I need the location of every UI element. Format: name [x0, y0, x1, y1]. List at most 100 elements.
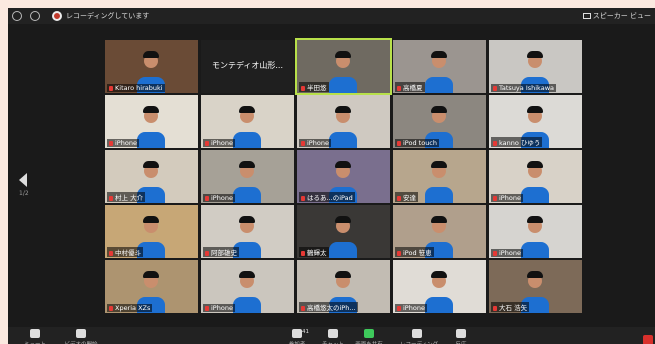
participant-tile[interactable]: 高橋夏: [393, 40, 486, 93]
prev-page-arrow-icon[interactable]: [19, 173, 27, 187]
muted-mic-icon: [493, 251, 497, 256]
participant-tile[interactable]: Kitaro hirabuki: [105, 40, 198, 93]
muted-mic-icon: [205, 306, 209, 311]
toolbar-label: 反応: [444, 340, 478, 344]
muted-mic-icon: [301, 86, 305, 91]
share-screen-button[interactable]: 画面を共有: [352, 329, 386, 344]
participant-tile[interactable]: iPhone: [393, 260, 486, 313]
view-label: スピーカー ビュー: [592, 12, 651, 20]
participant-name: 高橋悠太のiPh...: [299, 302, 358, 312]
participant-hair: [431, 216, 447, 223]
toolbar-label: 参加者: [280, 340, 314, 344]
muted-mic-icon: [109, 306, 113, 311]
participant-tile[interactable]: 鶴輝太: [297, 205, 390, 258]
toolbar-label: ミュート: [18, 340, 52, 344]
participant-tile[interactable]: iPhone: [297, 95, 390, 148]
security-shield-icon[interactable]: [30, 11, 40, 21]
recording-icon: [52, 11, 62, 21]
participant-count: 41: [302, 329, 309, 335]
participant-hair: [335, 161, 351, 168]
muted-mic-icon: [205, 251, 209, 256]
participant-name: kanno ひゆう: [491, 137, 543, 147]
participant-hair: [431, 51, 447, 58]
participant-tile[interactable]: 中村優斗: [105, 205, 198, 258]
participant-name: iPhone: [107, 139, 139, 147]
participant-name: iPod 笹恵: [395, 247, 434, 257]
video-camera-button[interactable]: ビデオの開始: [64, 329, 98, 344]
toolbar-label: 画面を共有: [352, 340, 386, 344]
participant-name: iPhone: [299, 139, 331, 147]
participant-hair: [335, 106, 351, 113]
participant-hair: [239, 106, 255, 113]
toolbar-label: ビデオの開始: [64, 340, 98, 344]
participant-tile[interactable]: iPhone: [489, 150, 582, 203]
toolbar-label: レコーディング: [400, 340, 438, 344]
participant-hair: [239, 271, 255, 278]
participant-name: iPhone: [395, 304, 427, 312]
page-indicator: 1/2: [19, 190, 29, 197]
participant-tile[interactable]: iPhone: [489, 205, 582, 258]
muted-mic-icon: [109, 196, 113, 201]
meeting-toolbar: ミュート ビデオの開始 41 参加者チャット画面を共有 レコーディング 反応: [8, 327, 655, 344]
participant-figure: [329, 132, 357, 148]
participant-tile[interactable]: モンテディオ山形...: [201, 40, 294, 93]
microphone-button[interactable]: ミュート: [18, 329, 52, 344]
participant-name: Xperia XZs: [107, 304, 153, 312]
chat-icon: [328, 329, 338, 338]
participant-tile[interactable]: Tatsuya Ishikawa: [489, 40, 582, 93]
participant-tile[interactable]: iPhone: [105, 95, 198, 148]
participant-tile[interactable]: Xperia XZs: [105, 260, 198, 313]
participant-hair: [239, 216, 255, 223]
participant-figure: [233, 187, 261, 203]
participant-tile[interactable]: iPhone: [201, 95, 294, 148]
participant-tile[interactable]: iPhone: [201, 260, 294, 313]
participant-tile[interactable]: 安達: [393, 150, 486, 203]
reaction-icon: [456, 329, 466, 338]
chat-button[interactable]: チャット: [316, 329, 350, 344]
participant-tile[interactable]: iPhone: [201, 150, 294, 203]
participant-hair: [143, 271, 159, 278]
participant-hair: [431, 106, 447, 113]
view-toggle-button[interactable]: スピーカー ビュー: [582, 11, 651, 21]
muted-mic-icon: [301, 141, 305, 146]
participant-name: 半田悠: [299, 82, 329, 92]
participant-hair: [143, 106, 159, 113]
share-screen-icon: [364, 329, 374, 338]
muted-mic-icon: [493, 196, 497, 201]
participant-name: 鶴輝太: [299, 247, 329, 257]
participant-figure: [425, 77, 453, 93]
participant-hair: [335, 271, 351, 278]
participant-hair: [527, 51, 543, 58]
end-meeting-button[interactable]: [643, 335, 653, 344]
participant-hair: [527, 271, 543, 278]
participant-tile[interactable]: iPod 笹恵: [393, 205, 486, 258]
participant-hair: [335, 51, 351, 58]
participant-tile[interactable]: iPod touch: [393, 95, 486, 148]
participant-tile[interactable]: 大石 浩矢: [489, 260, 582, 313]
participant-tile[interactable]: はるあ...のiPad: [297, 150, 390, 203]
participant-name: iPhone: [491, 249, 523, 257]
muted-mic-icon: [109, 86, 113, 91]
participant-name: Tatsuya Ishikawa: [491, 84, 556, 92]
muted-mic-icon: [397, 141, 401, 146]
participant-tile[interactable]: 阿部雄史: [201, 205, 294, 258]
participant-tile[interactable]: kanno ひゆう: [489, 95, 582, 148]
participant-hair: [335, 216, 351, 223]
participant-hair: [143, 51, 159, 58]
participant-tile[interactable]: 半田悠: [295, 38, 392, 95]
participant-tile[interactable]: 高橋悠太のiPh...: [297, 260, 390, 313]
info-icon[interactable]: [12, 11, 22, 21]
participant-name: iPhone: [203, 139, 235, 147]
participant-hair: [431, 271, 447, 278]
participant-hair: [527, 161, 543, 168]
reaction-button[interactable]: 反応: [444, 329, 478, 344]
participant-figure: [521, 187, 549, 203]
participant-figure: [329, 77, 357, 93]
participant-tile[interactable]: 村上 大介: [105, 150, 198, 203]
record-button[interactable]: レコーディング: [400, 329, 438, 344]
participant-figure: [233, 297, 261, 313]
participants-button[interactable]: 41 参加者: [280, 329, 314, 344]
participant-hair: [143, 161, 159, 168]
toolbar-label: チャット: [316, 340, 350, 344]
participant-figure: [425, 187, 453, 203]
